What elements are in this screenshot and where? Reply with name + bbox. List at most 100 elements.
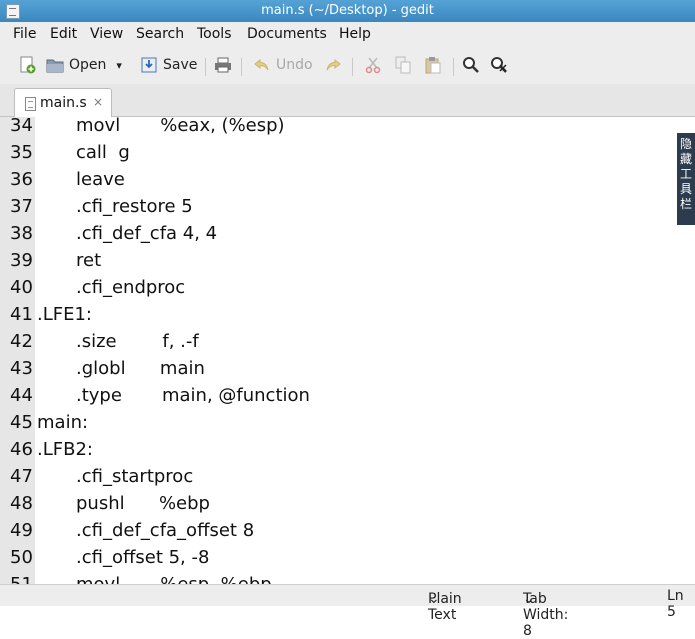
printer-icon — [214, 56, 232, 74]
line-text: ret — [76, 250, 102, 271]
copy-button[interactable] — [394, 54, 412, 76]
code-line[interactable]: 41 .LFE1: — [0, 304, 695, 331]
new-document-icon — [18, 56, 36, 74]
toolbar-separator — [352, 58, 353, 76]
line-number: 44 — [10, 385, 33, 406]
tab-main-s[interactable]: main.s × — [14, 88, 112, 117]
line-text: .cfi_restore 5 — [76, 196, 193, 217]
toolbar-separator — [241, 58, 242, 76]
code-line[interactable]: 37 .cfi_restore 5 — [0, 196, 695, 223]
text-editor[interactable]: 34 movl %eax, (%esp) 35 call g 36 leave 37 .cfi… — [0, 117, 695, 584]
toolbar-separator — [205, 58, 206, 76]
line-number: 36 — [10, 169, 33, 190]
code-line[interactable]: 35 call g — [0, 142, 695, 169]
menu-bar: File Edit View Search Tools Documents He… — [0, 22, 695, 46]
line-number: 40 — [10, 277, 33, 298]
redo-icon — [324, 56, 342, 74]
copy-icon — [394, 56, 412, 74]
line-number: 47 — [10, 466, 33, 487]
code-line[interactable]: 36 leave — [0, 169, 695, 196]
undo-label: Undo — [276, 57, 313, 73]
code-line[interactable]: 46 .LFB2: — [0, 439, 695, 466]
save-button[interactable]: Save — [140, 54, 197, 76]
find-replace-button[interactable] — [490, 54, 508, 76]
new-button[interactable] — [18, 54, 36, 76]
menu-help[interactable]: Help — [339, 26, 371, 42]
menu-view[interactable]: View — [90, 26, 123, 42]
line-text: movl %esp, %ebp — [76, 574, 272, 584]
menu-edit[interactable]: Edit — [50, 26, 77, 42]
save-label: Save — [163, 57, 198, 73]
line-text: leave — [76, 169, 125, 190]
line-text: .type main, @function — [76, 385, 310, 406]
find-button[interactable] — [462, 54, 480, 76]
line-number: 43 — [10, 358, 33, 379]
scissors-icon — [364, 56, 382, 74]
line-number: 38 — [10, 223, 33, 244]
code-line[interactable]: 40 .cfi_endproc — [0, 277, 695, 304]
paste-icon — [424, 56, 442, 74]
line-number: 46 — [10, 439, 33, 460]
open-label: Open — [69, 57, 107, 73]
title-bar: main.s (~/Desktop) - gedit — [0, 0, 695, 22]
line-number: 41 — [10, 304, 33, 325]
paste-button[interactable] — [424, 54, 442, 76]
line-text: .LFB2: — [37, 439, 93, 460]
cut-button[interactable] — [364, 54, 382, 76]
line-text: .cfi_startproc — [76, 466, 194, 487]
code-line[interactable]: 45 main: — [0, 412, 695, 439]
save-icon — [140, 56, 158, 74]
line-text: pushl %ebp — [76, 493, 210, 514]
menu-file[interactable]: File — [13, 26, 36, 42]
line-number: 39 — [10, 250, 33, 271]
code-line[interactable]: 38 .cfi_def_cfa 4, 4 — [0, 223, 695, 250]
menu-search[interactable]: Search — [136, 26, 184, 42]
code-line[interactable]: 43 .globl main — [0, 358, 695, 385]
line-text: .cfi_def_cfa 4, 4 — [76, 223, 218, 244]
line-number: 45 — [10, 412, 33, 433]
line-text: .size f, .-f — [76, 331, 199, 352]
line-number: 37 — [10, 196, 33, 217]
line-text: movl %eax, (%esp) — [76, 117, 285, 136]
code-line[interactable]: 49 .cfi_def_cfa_offset 8 — [0, 520, 695, 547]
redo-button[interactable] — [324, 54, 342, 76]
window-title: main.s (~/Desktop) - gedit — [261, 3, 434, 18]
line-text: .cfi_def_cfa_offset 8 — [76, 520, 255, 541]
cursor-position: Ln 5 — [667, 588, 684, 620]
line-text: .cfi_offset 5, -8 — [76, 547, 210, 568]
document-tab-bar: main.s × — [0, 84, 695, 117]
toolbar-separator — [453, 58, 454, 76]
code-line[interactable]: 34 movl %eax, (%esp) — [0, 117, 695, 142]
print-button[interactable] — [214, 54, 232, 76]
open-button[interactable]: Open ▾ — [46, 54, 122, 76]
code-line[interactable]: 39 ret — [0, 250, 695, 277]
code-line[interactable]: 51 movl %esp, %ebp — [0, 574, 695, 584]
tab-label: main.s — [40, 95, 87, 111]
menu-documents[interactable]: Documents — [247, 26, 327, 42]
line-text: .globl main — [76, 358, 205, 379]
toolbar: Open ▾ Save Undo — [0, 46, 695, 84]
search-icon — [462, 56, 480, 74]
menu-tools[interactable]: Tools — [197, 26, 232, 42]
line-number: 48 — [10, 493, 33, 514]
line-number: 50 — [10, 547, 33, 568]
line-number: 49 — [10, 520, 33, 541]
code-line[interactable]: 44 .type main, @function — [0, 385, 695, 412]
line-text: .cfi_endproc — [76, 277, 186, 298]
undo-icon — [253, 56, 271, 74]
folder-icon — [46, 56, 64, 74]
line-number: 42 — [10, 331, 33, 352]
code-line[interactable]: 50 .cfi_offset 5, -8 — [0, 547, 695, 574]
hide-toolbar-button[interactable]: 隐藏工具栏 — [677, 133, 695, 225]
undo-button[interactable]: Undo — [253, 54, 313, 76]
find-replace-icon — [490, 56, 508, 74]
close-icon[interactable]: × — [93, 95, 103, 109]
text-document-icon — [25, 97, 36, 111]
code-line[interactable]: 42 .size f, .-f — [0, 331, 695, 358]
code-line[interactable]: 48 pushl %ebp — [0, 493, 695, 520]
chevron-down-icon[interactable]: ▾ — [116, 59, 122, 72]
line-number: 35 — [10, 142, 33, 163]
code-line[interactable]: 47 .cfi_startproc — [0, 466, 695, 493]
line-text: .LFE1: — [37, 304, 92, 325]
status-bar: Plain Text ⌄ Tab Width: 8 ⌄ Ln 5 — [0, 584, 695, 639]
